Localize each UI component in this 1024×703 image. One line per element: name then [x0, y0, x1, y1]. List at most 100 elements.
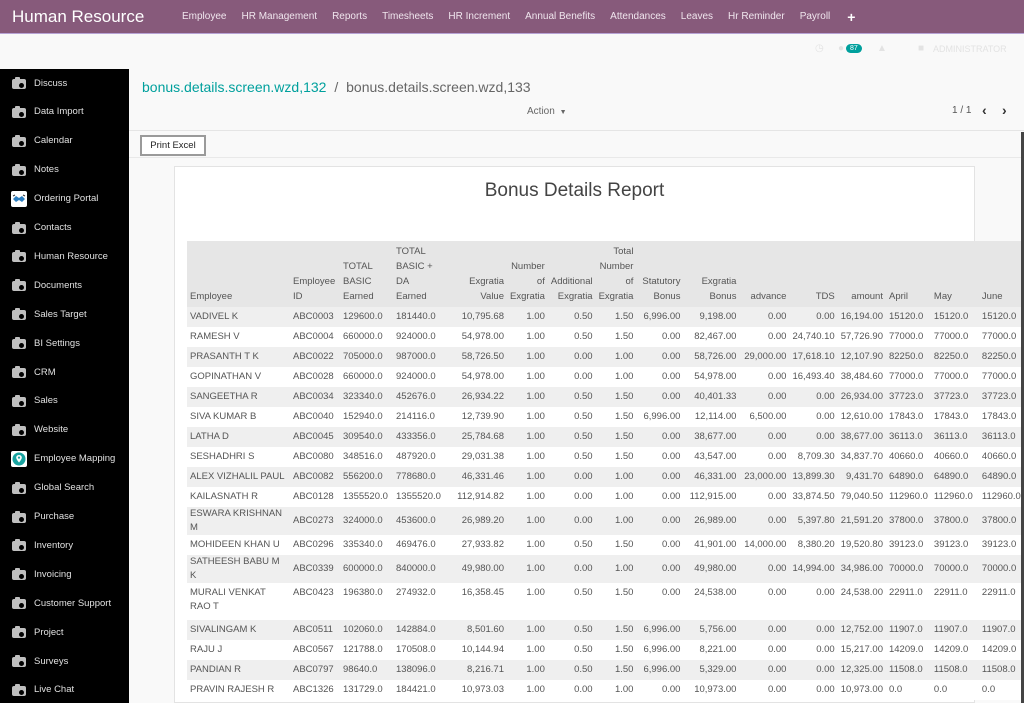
table-cell: 40,401.33 — [683, 387, 740, 407]
sidebar-item-crm[interactable]: CRM — [0, 361, 129, 383]
sidebar-item-documents[interactable]: Documents — [0, 274, 129, 296]
table-cell: GOPINATHAN V — [187, 367, 290, 387]
bell-icon[interactable]: ▲ — [877, 43, 887, 54]
app-title[interactable]: Human Resource — [12, 7, 182, 27]
pager-next-button[interactable]: › — [1002, 102, 1007, 118]
table-row[interactable]: LATHA D ABC0045 309540.0 433356.0 25,784.68 1… — [187, 427, 1021, 447]
action-dropdown[interactable]: Action ▼ — [527, 106, 567, 117]
table-cell: 77000.0 — [978, 327, 1021, 347]
camera-icon — [11, 278, 27, 292]
menu-attendances[interactable]: Attendances — [610, 11, 666, 22]
sidebar-item-human-resource[interactable]: Human Resource — [0, 245, 129, 267]
table-row[interactable]: SESHADHRI S ABC0080 348516.0 487920.0 29,031… — [187, 447, 1021, 467]
sidebar-item-sales-target[interactable]: Sales Target — [0, 303, 129, 325]
table-cell: 660000.0 — [340, 327, 393, 347]
sidebar-item-bi-settings[interactable]: BI Settings — [0, 332, 129, 354]
table-row[interactable]: VADIVEL K ABC0003 129600.0 181440.0 10,795.6… — [187, 307, 1021, 327]
menu-timesheets[interactable]: Timesheets — [382, 11, 433, 22]
report-table-container: Employee Employee ID TOTAL BASIC Earned TOTAL B… — [187, 241, 1021, 703]
table-row[interactable]: SIVA KUMAR B ABC0040 152940.0 214116.0 12,73… — [187, 407, 1021, 427]
table-cell: 77000.0 — [885, 327, 931, 347]
table-row[interactable]: ESWARA KRISHNAN M ABC0273 324000.0 453600.0… — [187, 507, 1021, 535]
table-cell: 487920.0 — [393, 447, 453, 467]
menu-hr-reminder[interactable]: Hr Reminder — [728, 11, 785, 22]
sidebar-item-website[interactable]: Website — [0, 419, 129, 441]
menu-employee[interactable]: Employee — [182, 11, 226, 22]
table-row[interactable]: MURALI VENKAT RAO T ABC0423 196380.0 274932… — [187, 583, 1021, 620]
sidebar-item-purchase[interactable]: Purchase — [0, 506, 129, 528]
menu-hr-increment[interactable]: HR Increment — [448, 11, 510, 22]
table-cell: 323340.0 — [340, 387, 393, 407]
plus-icon[interactable]: + — [847, 9, 855, 25]
sidebar-item-inventory[interactable]: Inventory — [0, 534, 129, 556]
table-row[interactable]: PRAVIN RAJESH R ABC1326 131729.0 184421.0 10… — [187, 680, 1021, 700]
sidebar-item-calendar[interactable]: Calendar — [0, 130, 129, 152]
sidebar-item-employee-mapping[interactable]: Employee Mapping — [0, 448, 129, 470]
menu-reports[interactable]: Reports — [332, 11, 367, 22]
table-cell: VADIVEL K — [187, 307, 290, 327]
sidebar-item-label: Contacts — [34, 222, 72, 233]
sidebar-item-invoicing[interactable]: Invoicing — [0, 563, 129, 585]
menu-hr-management[interactable]: HR Management — [241, 11, 317, 22]
table-cell: 1.00 — [507, 487, 548, 507]
table-cell: 0.00 — [789, 583, 838, 620]
chat-icon[interactable]: ● — [838, 43, 844, 54]
column-header-line: June — [981, 291, 1003, 302]
table-cell: 556200.0 — [340, 467, 393, 487]
table-row[interactable]: GOPINATHAN V ABC0028 660000.0 924000.0 54,97… — [187, 367, 1021, 387]
sidebar-item-live-chat[interactable]: Live Chat — [0, 679, 129, 701]
menu-payroll[interactable]: Payroll — [800, 11, 831, 22]
table-cell: 24,740.10 — [789, 327, 838, 347]
sidebar-item-label: Project — [34, 626, 64, 638]
camera-icon — [11, 307, 27, 321]
table-cell: 1.00 — [595, 347, 637, 367]
table-row[interactable]: PRASANTH T K ABC0022 705000.0 987000.0 58,72… — [187, 347, 1021, 367]
sidebar-item-ordering-portal[interactable]: Ordering Portal — [0, 188, 129, 210]
column-header-line: ID — [293, 291, 303, 302]
table-cell: 77000.0 — [978, 367, 1021, 387]
sidebar-item-contacts[interactable]: Contacts — [0, 217, 129, 239]
table-row[interactable]: SIVALINGAM K ABC0511 102060.0 142884.0 8,501… — [187, 620, 1021, 640]
sidebar-item-label: Notes — [34, 164, 59, 176]
sidebar-item-global-search[interactable]: Global Search — [0, 477, 129, 499]
main-menu: Employee HR Management Reports Timesheet… — [182, 9, 855, 25]
table-row[interactable]: PANDIAN R ABC0797 98640.0 138096.0 8,216.71 1… — [187, 660, 1021, 680]
table-cell: 24,538.00 — [837, 583, 886, 620]
table-row[interactable]: ALEX VIZHALIL PAUL ABC0082 556200.0 778680.… — [187, 467, 1021, 487]
table-cell: ABC0511 — [290, 620, 340, 640]
table-cell: 1.50 — [595, 660, 637, 680]
sidebar-item-notes[interactable]: Notes — [0, 159, 129, 181]
table-cell: 57,726.90 — [837, 327, 886, 347]
table-cell: 70000.0 — [978, 555, 1021, 583]
table-cell: 0.00 — [789, 387, 838, 407]
menu-leaves[interactable]: Leaves — [681, 11, 713, 22]
user-menu[interactable]: ADMINISTRATOR — [933, 44, 1007, 54]
table-cell: 36113.0 — [978, 427, 1021, 447]
table-cell: 1.00 — [595, 680, 637, 700]
table-cell: 1.00 — [507, 307, 548, 327]
sidebar-item-customer-support[interactable]: Customer Support — [0, 592, 129, 614]
sidebar-item-project[interactable]: Project — [0, 621, 129, 643]
sidebar-item-discuss[interactable]: Discuss — [0, 72, 129, 94]
breadcrumb-parent-link[interactable]: bonus.details.screen.wzd,132 — [142, 79, 326, 95]
print-excel-button[interactable]: Print Excel — [140, 135, 206, 156]
table-row[interactable]: SATHEESH BABU M K ABC0339 600000.0 840000.0… — [187, 555, 1021, 583]
sidebar-item-sales[interactable]: Sales — [0, 390, 129, 412]
table-row[interactable]: RAMESH V ABC0004 660000.0 924000.0 54,978.00… — [187, 327, 1021, 347]
table-row[interactable]: MOHIDEEN KHAN U ABC0296 335340.0 469476.0 27… — [187, 535, 1021, 555]
menu-annual-benefits[interactable]: Annual Benefits — [525, 11, 595, 22]
camera-icon — [11, 249, 27, 263]
sidebar-item-label: Documents — [34, 279, 83, 291]
table-row[interactable]: KAILASNATH R ABC0128 1355520.0 1355520.0 112… — [187, 487, 1021, 507]
table-cell: 0.00 — [547, 467, 596, 487]
table-cell: 0.00 — [739, 680, 790, 700]
sidebar-item-data-import[interactable]: Data Import — [0, 101, 129, 123]
clock-icon[interactable]: ◷ — [815, 43, 824, 54]
table-row[interactable]: RAJU J ABC0567 121788.0 170508.0 10,144.94 1.… — [187, 640, 1021, 660]
table-cell: 15120.0 — [930, 307, 979, 327]
table-row[interactable]: SANGEETHA R ABC0034 323340.0 452676.0 26,934… — [187, 387, 1021, 407]
pager-previous-button[interactable]: ‹ — [982, 102, 987, 118]
sidebar-item-surveys[interactable]: Surveys — [0, 650, 129, 672]
table-cell: 840000.0 — [393, 555, 453, 583]
pager-value[interactable]: 1 / 1 — [952, 105, 971, 116]
